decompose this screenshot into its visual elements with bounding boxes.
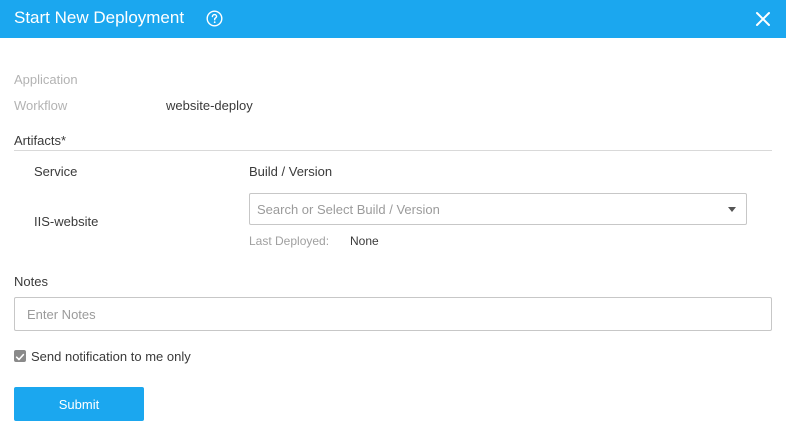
notes-input[interactable]	[14, 297, 772, 331]
notification-label[interactable]: Send notification to me only	[31, 349, 191, 364]
last-deployed-label: Last Deployed:	[249, 234, 330, 248]
checkmark-icon	[15, 353, 25, 361]
last-deployed-value: None	[350, 234, 379, 248]
build-version-column-header: Build / Version	[249, 164, 333, 179]
notification-checkbox[interactable]	[14, 350, 26, 362]
question-circle-icon[interactable]	[206, 10, 223, 27]
workflow-value: website-deploy	[166, 98, 253, 113]
caret-down-icon	[728, 207, 736, 212]
notes-label: Notes	[14, 274, 48, 289]
submit-button[interactable]: Submit	[14, 387, 144, 421]
application-label: Application	[14, 72, 78, 87]
build-version-placeholder: Search or Select Build / Version	[257, 202, 440, 217]
close-icon[interactable]	[754, 10, 772, 28]
dialog-title: Start New Deployment	[14, 8, 185, 27]
dialog-header: Start New Deployment	[0, 0, 786, 38]
workflow-label: Workflow	[14, 98, 68, 113]
artifacts-title: Artifacts*	[14, 133, 67, 148]
service-name: IIS-website	[34, 214, 99, 229]
service-column-header: Service	[34, 164, 78, 179]
start-deployment-dialog: Start New Deployment Application Workflo…	[0, 0, 786, 436]
build-version-select[interactable]: Search or Select Build / Version	[249, 193, 747, 225]
artifacts-divider	[14, 150, 772, 151]
